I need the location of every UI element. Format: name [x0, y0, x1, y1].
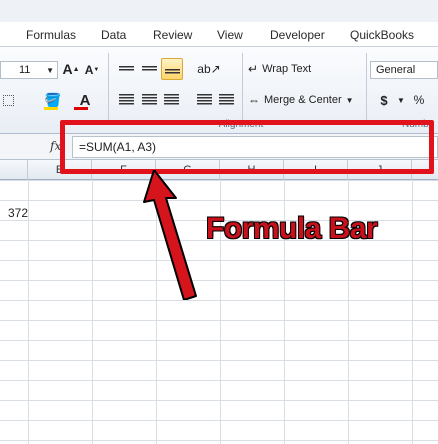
merge-center-button[interactable]: ⇔ Merge & Center ▼	[248, 90, 364, 110]
excel-window: { "tabs": ["Formulas", "Data", "Review",…	[0, 0, 438, 444]
align-center-icon[interactable]	[139, 90, 159, 110]
wrap-text-label: Wrap Text	[262, 63, 312, 75]
merge-icon: ⇔	[248, 93, 260, 107]
align-left-icon[interactable]	[116, 90, 136, 110]
chevron-down-icon: ▼	[46, 65, 54, 75]
font-color-swatch	[74, 107, 88, 110]
currency-label: $	[380, 92, 388, 108]
annotation-highlight-box	[60, 120, 434, 174]
fill-color-button[interactable]: 🪣	[38, 89, 68, 111]
tab-developer[interactable]: Developer	[270, 28, 325, 44]
separator	[242, 53, 243, 121]
shrink-font-icon[interactable]: A ▼	[84, 61, 100, 79]
separator	[366, 53, 367, 121]
align-middle-icon[interactable]	[139, 59, 159, 79]
font-color-button[interactable]: A	[70, 89, 100, 111]
percent-button[interactable]: %	[410, 90, 428, 110]
wrap-text-icon: ↵	[248, 62, 259, 76]
font-color-icon: A	[79, 91, 91, 109]
align-bottom-icon[interactable]	[161, 58, 183, 80]
tab-view[interactable]: View	[217, 28, 243, 44]
separator	[108, 53, 109, 121]
align-right-icon[interactable]	[161, 90, 181, 110]
cell-value[interactable]: 372	[8, 206, 28, 220]
tab-data[interactable]: Data	[101, 28, 126, 44]
annotation-label: Formula Bar	[206, 212, 378, 245]
tab-formulas[interactable]: Formulas	[26, 28, 76, 44]
fill-color-swatch	[44, 107, 58, 110]
tab-review[interactable]: Review	[153, 28, 192, 44]
font-size-select[interactable]: 11 ▼	[0, 61, 58, 79]
column-header[interactable]: D	[0, 160, 28, 180]
chevron-down-icon[interactable]: ▼	[396, 90, 406, 110]
increase-indent-icon[interactable]	[216, 90, 236, 110]
title-strip	[0, 0, 438, 22]
font-size-value: 11	[19, 64, 31, 76]
percent-label: %	[413, 93, 425, 107]
align-top-icon[interactable]	[116, 59, 136, 79]
orientation-icon[interactable]: ab↗	[196, 59, 222, 79]
number-format-select[interactable]: General	[370, 61, 438, 79]
ribbon-tab-row: Formulas Data Review View Developer Quic…	[0, 0, 438, 46]
annotation-arrow-icon	[143, 170, 197, 300]
currency-button[interactable]: $	[374, 90, 394, 110]
grow-font-icon[interactable]: A ▲	[62, 59, 80, 79]
merge-center-label: Merge & Center	[264, 94, 342, 106]
tab-quickbooks[interactable]: QuickBooks	[350, 28, 414, 44]
wrap-text-button[interactable]: ↵ Wrap Text	[248, 59, 348, 79]
number-format-value: General	[376, 64, 416, 76]
chevron-down-icon: ▼	[345, 95, 354, 105]
decrease-indent-icon[interactable]	[194, 90, 214, 110]
paint-bucket-icon: 🪣	[44, 91, 62, 108]
borders-icon[interactable]	[0, 91, 16, 109]
